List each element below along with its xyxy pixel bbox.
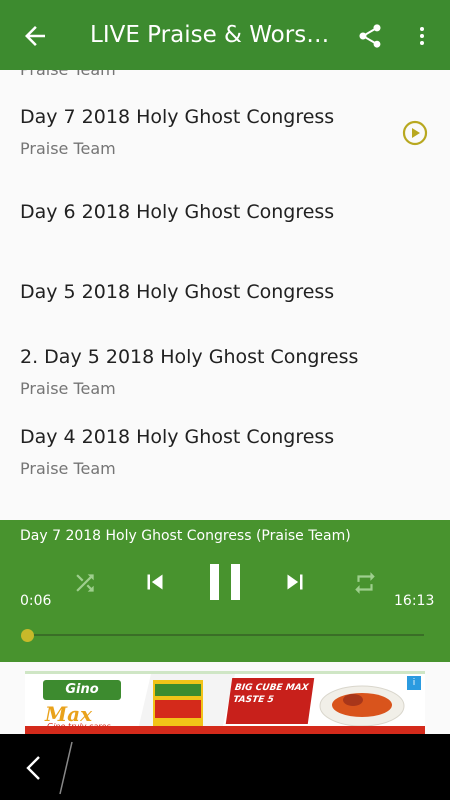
list-item-title: Day 4 2018 Holy Ghost Congress [20, 426, 335, 448]
list-item-title: Day 5 2018 Holy Ghost Congress [20, 281, 335, 303]
share-icon[interactable] [356, 22, 384, 50]
nav-divider-icon [59, 741, 73, 795]
ad-banner-area: Gino Max Gino truly cares BIG CUBE MAX T… [0, 662, 450, 734]
ad-tagline: Gino truly cares [47, 722, 111, 731]
system-nav-bar [0, 734, 450, 800]
list-item-title: Day 7 2018 Holy Ghost Congress [20, 106, 335, 128]
ad-info-icon[interactable]: i [407, 676, 421, 690]
seek-thumb[interactable] [21, 629, 34, 642]
now-playing-title: Day 7 2018 Holy Ghost Congress (Praise T… [20, 528, 351, 544]
list-item-title: 2. Day 5 2018 Holy Ghost Congress [20, 346, 359, 368]
skip-next-icon[interactable] [280, 567, 310, 597]
total-duration: 16:13 [394, 593, 435, 609]
arrow-back-icon[interactable] [20, 21, 50, 51]
skip-previous-icon[interactable] [140, 567, 170, 597]
list-item-subtitle: Praise Team [20, 139, 116, 158]
list-item-subtitle: Praise Team [20, 379, 116, 398]
app-bar: LIVE Praise & Worship [0, 0, 450, 70]
pause-icon[interactable] [205, 562, 245, 602]
list-item[interactable]: Day 7 2018 Holy Ghost Congress Praise Te… [0, 70, 450, 165]
more-vert-icon[interactable] [410, 22, 434, 50]
nav-back-icon[interactable] [24, 754, 42, 782]
media-player: Day 7 2018 Holy Ghost Congress (Praise T… [0, 520, 450, 662]
list-item[interactable]: 2. Day 5 2018 Holy Ghost Congress Praise… [0, 330, 450, 410]
ad-brand-logo: Gino [43, 680, 121, 700]
list-item[interactable]: Day 4 2018 Holy Ghost Congress Praise Te… [0, 410, 450, 500]
seek-bar[interactable] [27, 634, 424, 636]
list-item[interactable]: Day 5 2018 Holy Ghost Congress [0, 245, 450, 330]
list-item[interactable]: Day 6 2018 Holy Ghost Congress [0, 165, 450, 245]
current-time: 0:06 [20, 593, 52, 609]
play-circle-icon[interactable] [402, 120, 428, 146]
page-title: LIVE Praise & Worship [90, 22, 335, 48]
track-list[interactable]: Praise Team Day 7 2018 Holy Ghost Congre… [0, 70, 450, 520]
ad-badge: BIG CUBE MAX TASTE 5 [225, 678, 315, 724]
list-item-title: Day 6 2018 Holy Ghost Congress [20, 201, 335, 223]
ad-banner[interactable]: Gino Max Gino truly cares BIG CUBE MAX T… [25, 671, 425, 734]
shuffle-icon[interactable] [72, 570, 98, 596]
list-item-subtitle: Praise Team [20, 459, 116, 478]
repeat-icon[interactable] [352, 570, 378, 596]
